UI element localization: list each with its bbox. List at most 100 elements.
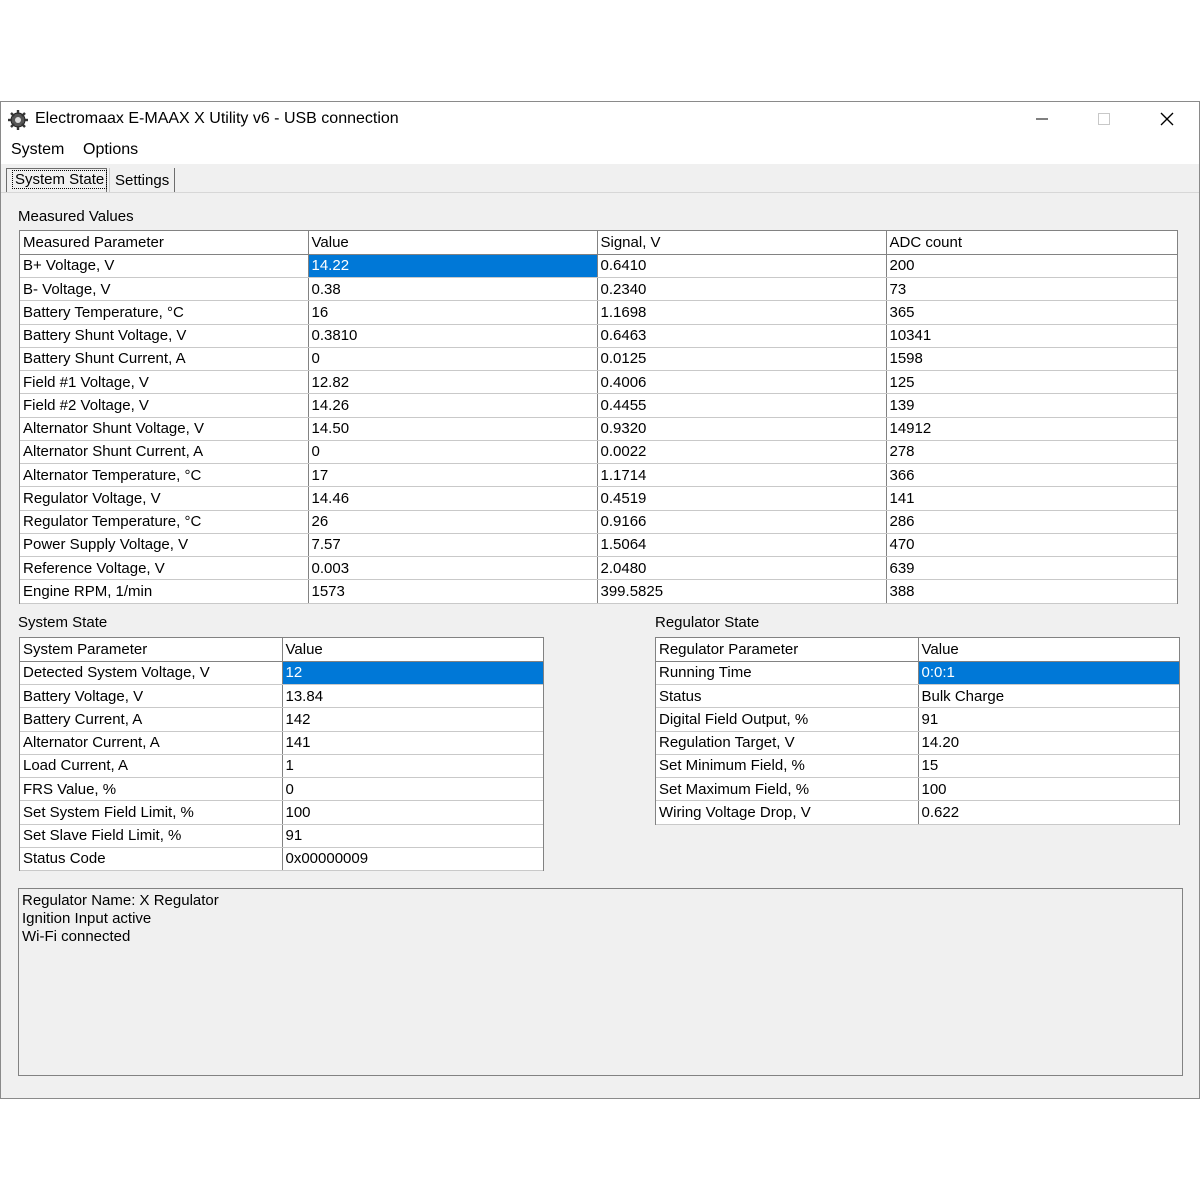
value-cell[interactable]: 0.2340: [597, 277, 887, 302]
table-row[interactable]: Engine RPM, 1/min 1573 399.5825 388: [20, 579, 1177, 604]
table-row[interactable]: Battery Voltage, V 13.84: [20, 684, 543, 709]
column-header[interactable]: ADC count: [886, 231, 1177, 255]
regulator-info-box[interactable]: Regulator Name: X Regulator Ignition Inp…: [18, 888, 1183, 1076]
value-cell[interactable]: 0.38: [308, 277, 598, 302]
value-cell[interactable]: 0.6463: [597, 324, 887, 348]
table-row[interactable]: Field #2 Voltage, V 14.26 0.4455 139: [20, 393, 1177, 418]
value-cell[interactable]: 0.9166: [597, 510, 887, 534]
table-row[interactable]: Regulator Temperature, °C 26 0.9166 286: [20, 510, 1177, 534]
table-row[interactable]: Set Slave Field Limit, % 91: [20, 824, 543, 848]
minimize-button[interactable]: [1011, 102, 1073, 136]
value-cell[interactable]: 200: [886, 254, 1177, 279]
table-row[interactable]: Alternator Shunt Current, A 0 0.0022 278: [20, 440, 1177, 465]
column-header[interactable]: Measured Parameter: [20, 231, 309, 255]
parameter-cell[interactable]: Battery Shunt Current, A: [20, 347, 309, 372]
value-cell[interactable]: 1598: [886, 347, 1177, 372]
value-cell[interactable]: 26: [308, 510, 598, 534]
parameter-cell[interactable]: Reference Voltage, V: [20, 556, 309, 581]
value-cell[interactable]: 141: [282, 731, 543, 755]
table-row[interactable]: Load Current, A1: [20, 754, 543, 779]
value-cell[interactable]: 91: [918, 707, 1179, 732]
table-row[interactable]: Battery Shunt Current, A 0 0.0125 1598: [20, 347, 1177, 372]
value-cell[interactable]: 278: [886, 440, 1177, 465]
regulator-state-grid[interactable]: Regulator Parameter Value Running Time 0:…: [655, 637, 1180, 825]
parameter-cell[interactable]: Set Minimum Field, %: [656, 754, 919, 779]
system-state-grid[interactable]: System Parameter Value Detected System V…: [19, 637, 544, 872]
parameter-cell[interactable]: Battery Temperature, °C: [20, 300, 309, 325]
value-cell[interactable]: 366: [886, 463, 1177, 488]
parameter-cell[interactable]: Regulation Target, V: [656, 731, 919, 755]
parameter-cell[interactable]: FRS Value, %: [20, 777, 283, 802]
value-cell[interactable]: 0.3810: [308, 324, 598, 348]
table-row[interactable]: B- Voltage, V 0.38 0.2340 73: [20, 277, 1177, 302]
table-row[interactable]: FRS Value, % 0: [20, 777, 543, 802]
value-cell[interactable]: 141: [886, 486, 1177, 511]
table-row[interactable]: Battery Current, A 142: [20, 707, 543, 732]
value-cell[interactable]: 91: [282, 824, 543, 848]
column-header[interactable]: Value: [282, 638, 543, 662]
table-row[interactable]: Running Time 0:0:1: [656, 661, 1179, 686]
table-row[interactable]: Field #1 Voltage, V 12.82 0.4006 125: [20, 370, 1177, 395]
value-cell[interactable]: 10341: [886, 324, 1177, 348]
table-row[interactable]: Status Bulk Charge: [656, 684, 1179, 709]
value-cell[interactable]: 0x00000009: [282, 847, 543, 872]
parameter-cell[interactable]: Digital Field Output, %: [656, 707, 919, 732]
value-cell[interactable]: Bulk Charge: [918, 684, 1179, 709]
value-cell[interactable]: 1.1698: [597, 300, 887, 325]
value-cell[interactable]: 0.9320: [597, 417, 887, 441]
value-cell[interactable]: 470: [886, 533, 1177, 558]
parameter-cell[interactable]: Load Current, A: [20, 754, 283, 779]
value-cell[interactable]: 0.0125: [597, 347, 887, 372]
menu-system[interactable]: System: [11, 141, 64, 159]
value-cell[interactable]: 15: [918, 754, 1179, 779]
value-cell[interactable]: 142: [282, 707, 543, 732]
title-bar[interactable]: Electromaax E-MAAX X Utility v6 - USB co…: [1, 102, 1199, 136]
parameter-cell[interactable]: Wiring Voltage Drop, V: [656, 800, 919, 825]
value-cell[interactable]: 139: [886, 393, 1177, 418]
value-cell[interactable]: 14.22: [308, 254, 598, 279]
parameter-cell[interactable]: Battery Voltage, V: [20, 684, 283, 709]
value-cell[interactable]: 1: [282, 754, 543, 779]
maximize-button[interactable]: [1073, 102, 1135, 136]
parameter-cell[interactable]: Field #2 Voltage, V: [20, 393, 309, 418]
value-cell[interactable]: 17: [308, 463, 598, 488]
value-cell[interactable]: 639: [886, 556, 1177, 581]
column-header[interactable]: Signal, V: [597, 231, 887, 255]
measured-values-grid[interactable]: Measured Parameter Value Signal, V ADC c…: [19, 230, 1178, 604]
parameter-cell[interactable]: Status Code: [20, 847, 283, 872]
close-button[interactable]: [1136, 102, 1198, 136]
value-cell[interactable]: 14.46: [308, 486, 598, 511]
column-header[interactable]: Value: [918, 638, 1179, 662]
table-row[interactable]: Reference Voltage, V 0.003 2.0480 639: [20, 556, 1177, 581]
table-row[interactable]: Set System Field Limit, % 100: [20, 800, 543, 825]
column-header[interactable]: Regulator Parameter: [656, 638, 919, 662]
tab-settings[interactable]: Settings: [109, 168, 175, 192]
value-cell[interactable]: 0.622: [918, 800, 1179, 825]
parameter-cell[interactable]: Battery Current, A: [20, 707, 283, 732]
parameter-cell[interactable]: Regulator Temperature, °C: [20, 510, 309, 534]
value-cell[interactable]: 0.4455: [597, 393, 887, 418]
parameter-cell[interactable]: Alternator Shunt Voltage, V: [20, 417, 309, 441]
parameter-cell[interactable]: Power Supply Voltage, V: [20, 533, 309, 558]
value-cell[interactable]: 7.57: [308, 533, 598, 558]
table-row[interactable]: Set Minimum Field, % 15: [656, 754, 1179, 779]
parameter-cell[interactable]: Set System Field Limit, %: [20, 800, 283, 825]
parameter-cell[interactable]: Alternator Current, A: [20, 731, 283, 755]
parameter-cell[interactable]: Running Time: [656, 661, 919, 686]
value-cell[interactable]: 14912: [886, 417, 1177, 441]
table-row[interactable]: Alternator Current, A 141: [20, 731, 543, 755]
value-cell[interactable]: 14.50: [308, 417, 598, 441]
value-cell[interactable]: 0.003: [308, 556, 598, 581]
value-cell[interactable]: 13.84: [282, 684, 543, 709]
value-cell[interactable]: 0: [308, 347, 598, 372]
value-cell[interactable]: 100: [282, 800, 543, 825]
table-row[interactable]: Wiring Voltage Drop, V 0.622: [656, 800, 1179, 825]
parameter-cell[interactable]: Detected System Voltage, V: [20, 661, 283, 686]
parameter-cell[interactable]: Set Maximum Field, %: [656, 777, 919, 802]
value-cell[interactable]: 388: [886, 579, 1177, 604]
value-cell[interactable]: 0: [282, 777, 543, 802]
value-cell[interactable]: 14.20: [918, 731, 1179, 755]
table-row[interactable]: Regulator Voltage, V 14.46 0.4519 141: [20, 486, 1177, 511]
value-cell[interactable]: 0:0:1: [918, 661, 1179, 686]
value-cell[interactable]: 12.82: [308, 370, 598, 395]
